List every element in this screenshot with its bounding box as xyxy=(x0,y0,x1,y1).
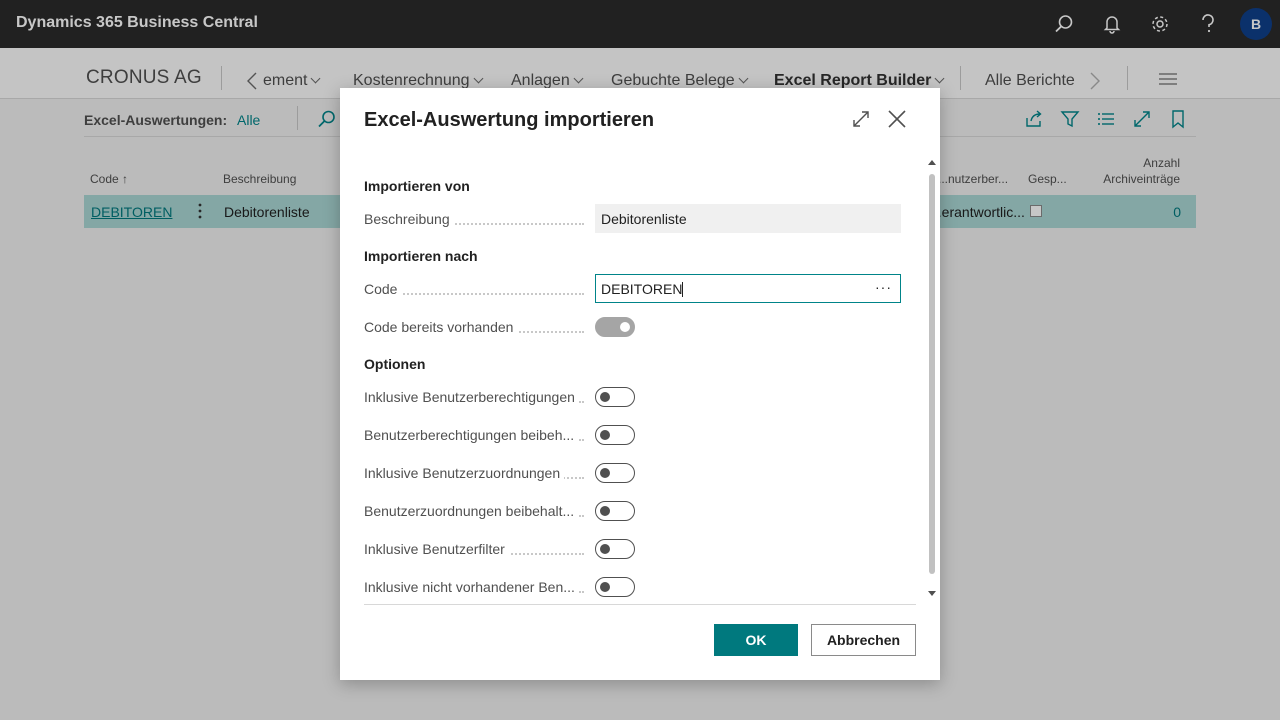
keep-user-permissions-toggle[interactable] xyxy=(595,425,635,445)
option-label: Benutzerberechtigungen beibeh... xyxy=(364,427,584,447)
keep-user-assignments-toggle[interactable] xyxy=(595,501,635,521)
include-user-assignments-toggle[interactable] xyxy=(595,463,635,483)
description-field: Debitorenliste xyxy=(595,204,901,233)
dialog-title: Excel-Auswertung importieren xyxy=(364,109,655,131)
field-label-description: Beschreibung xyxy=(364,211,584,231)
option-label: Inklusive Benutzerberechtigungen xyxy=(364,389,584,409)
close-icon[interactable] xyxy=(886,108,910,132)
section-import-from: Importieren von xyxy=(364,178,470,194)
option-label: Inklusive Benutzerzuordnungen xyxy=(364,465,584,485)
expand-icon[interactable] xyxy=(850,108,874,132)
scrollbar-thumb[interactable] xyxy=(929,174,935,574)
ok-button[interactable]: OK xyxy=(714,624,798,656)
lookup-ellipsis-icon[interactable]: ··· xyxy=(875,279,892,295)
option-label: Inklusive Benutzerfilter xyxy=(364,541,584,561)
scroll-up-icon[interactable] xyxy=(928,160,936,165)
cancel-button[interactable]: Abbrechen xyxy=(811,624,916,656)
field-label-code: Code xyxy=(364,281,584,301)
include-user-filters-toggle[interactable] xyxy=(595,539,635,559)
import-dialog: Excel-Auswertung importieren Importieren… xyxy=(340,88,940,680)
include-nonexistent-users-toggle[interactable] xyxy=(595,577,635,597)
dialog-divider xyxy=(364,604,916,605)
code-input[interactable]: DEBITOREN ··· xyxy=(595,274,901,303)
field-label-code-exists: Code bereits vorhanden xyxy=(364,319,584,339)
section-options: Optionen xyxy=(364,356,426,372)
scroll-down-icon[interactable] xyxy=(928,591,936,596)
include-user-permissions-toggle[interactable] xyxy=(595,387,635,407)
option-label: Inklusive nicht vorhandener Ben... xyxy=(364,579,584,599)
option-label: Benutzerzuordnungen beibehalt... xyxy=(364,503,584,523)
code-exists-toggle xyxy=(595,317,635,337)
section-import-to: Importieren nach xyxy=(364,248,478,264)
